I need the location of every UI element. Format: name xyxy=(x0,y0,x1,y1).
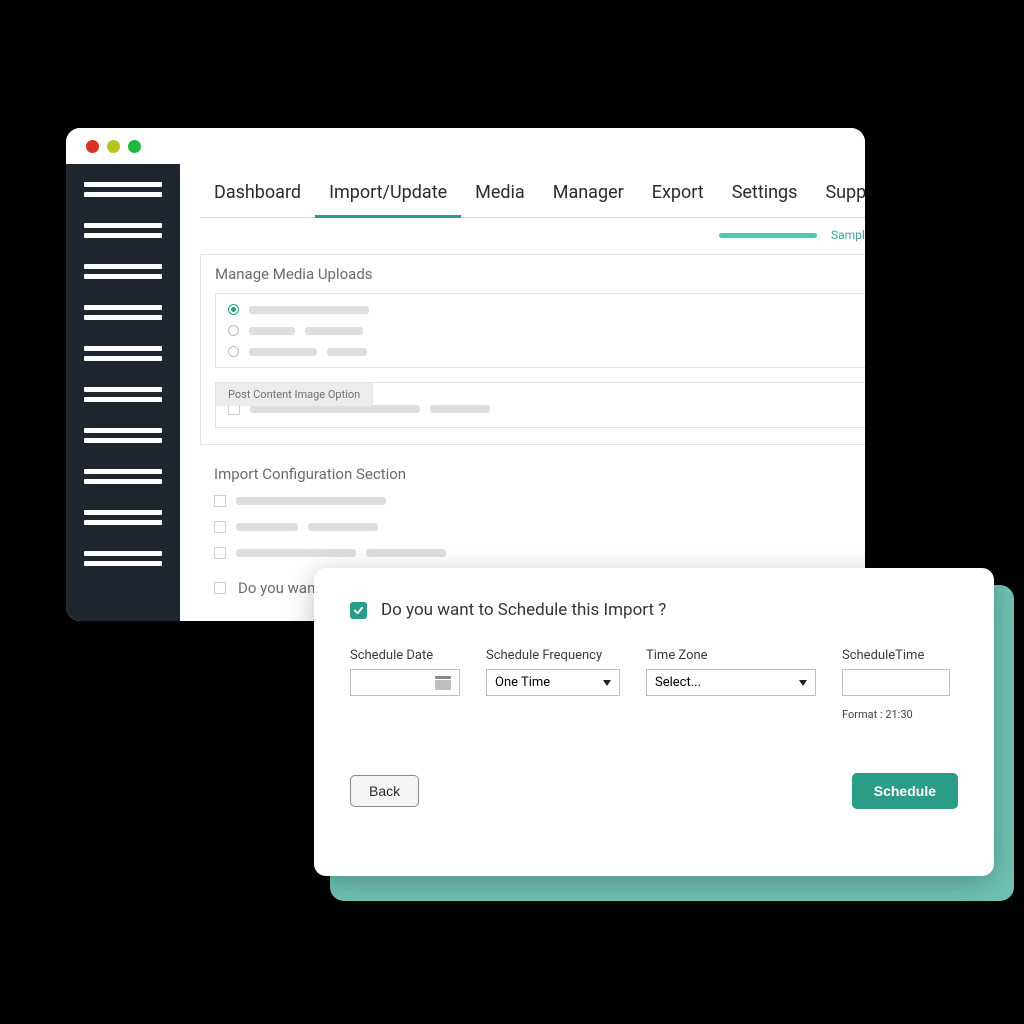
calendar-icon xyxy=(435,676,451,690)
checkbox-icon xyxy=(214,521,226,533)
post-content-image-panel: Post Content Image Option xyxy=(215,382,865,428)
sidebar-item[interactable] xyxy=(84,346,162,361)
time-format-hint: Format : 21:30 xyxy=(842,708,950,721)
tab-import-update[interactable]: Import/Update xyxy=(315,172,461,217)
timezone-select[interactable]: Select... xyxy=(646,669,816,696)
back-button[interactable]: Back xyxy=(350,775,419,807)
chevron-down-icon xyxy=(603,680,611,686)
modal-header: Do you want to Schedule this Import ? xyxy=(350,600,958,620)
sidebar xyxy=(66,164,180,621)
timezone-label: Time Zone xyxy=(646,648,816,663)
schedule-freq-label: Schedule Frequency xyxy=(486,648,620,663)
checkbox-icon xyxy=(214,495,226,507)
window-close-dot[interactable] xyxy=(86,140,99,153)
sidebar-item[interactable] xyxy=(84,469,162,484)
sidebar-item[interactable] xyxy=(84,387,162,402)
schedule-date-input[interactable] xyxy=(350,669,460,696)
sample-file-link[interactable]: Sample.CSV xyxy=(831,228,865,242)
checkbox-icon xyxy=(214,547,226,559)
panel-title: Manage Media Uploads xyxy=(215,265,865,283)
schedule-freq-field: Schedule Frequency One Time xyxy=(486,648,620,721)
tab-manager[interactable]: Manager xyxy=(539,172,638,217)
sidebar-item[interactable] xyxy=(84,551,162,566)
import-config-title: Import Configuration Section xyxy=(200,465,865,483)
tab-export[interactable]: Export xyxy=(638,172,718,217)
sub-panel-label: Post Content Image Option xyxy=(215,382,373,406)
radio-option[interactable] xyxy=(228,304,865,315)
radio-option[interactable] xyxy=(228,346,865,357)
schedule-form: Schedule Date Schedule Frequency One Tim… xyxy=(350,648,958,721)
schedule-button[interactable]: Schedule xyxy=(852,773,958,809)
check-icon xyxy=(353,605,364,616)
radio-icon xyxy=(228,325,239,336)
media-uploads-panel: Manage Media Uploads xyxy=(200,254,865,445)
app-window: Dashboard Import/Update Media Manager Ex… xyxy=(66,128,865,621)
checkbox-option[interactable] xyxy=(214,495,865,507)
sidebar-item[interactable] xyxy=(84,264,162,279)
sidebar-item[interactable] xyxy=(84,182,162,197)
sidebar-item[interactable] xyxy=(84,305,162,320)
tabs: Dashboard Import/Update Media Manager Ex… xyxy=(200,172,865,218)
tab-settings[interactable]: Settings xyxy=(718,172,812,217)
schedule-time-field: ScheduleTime Format : 21:30 xyxy=(842,648,950,721)
schedule-time-label: ScheduleTime xyxy=(842,648,950,663)
config-options xyxy=(200,495,865,559)
schedule-freq-select[interactable]: One Time xyxy=(486,669,620,696)
sidebar-item[interactable] xyxy=(84,223,162,238)
file-progress-row: Sample.CSV xyxy=(200,228,865,242)
modal-footer: Back Schedule xyxy=(350,773,958,809)
sidebar-item[interactable] xyxy=(84,428,162,443)
radio-icon xyxy=(228,304,239,315)
window-max-dot[interactable] xyxy=(128,140,141,153)
radio-group xyxy=(215,293,865,368)
window-min-dot[interactable] xyxy=(107,140,120,153)
upload-progress xyxy=(719,233,817,238)
schedule-date-field: Schedule Date xyxy=(350,648,460,721)
tab-support[interactable]: Support xyxy=(811,172,865,217)
tab-dashboard[interactable]: Dashboard xyxy=(200,172,315,217)
checkbox-option[interactable] xyxy=(214,547,865,559)
schedule-date-label: Schedule Date xyxy=(350,648,460,663)
checkbox-option[interactable] xyxy=(214,521,865,533)
radio-option[interactable] xyxy=(228,325,865,336)
sidebar-item[interactable] xyxy=(84,510,162,525)
chevron-down-icon xyxy=(799,680,807,686)
checkbox-icon xyxy=(214,582,226,594)
modal-checkbox-checked[interactable] xyxy=(350,602,367,619)
schedule-time-input[interactable] xyxy=(842,669,950,696)
tab-media[interactable]: Media xyxy=(461,172,539,217)
main-content: Dashboard Import/Update Media Manager Ex… xyxy=(180,164,865,621)
timezone-field: Time Zone Select... xyxy=(646,648,816,721)
modal-title: Do you want to Schedule this Import ? xyxy=(381,600,666,620)
schedule-modal: Do you want to Schedule this Import ? Sc… xyxy=(314,568,994,876)
radio-icon xyxy=(228,346,239,357)
window-titlebar xyxy=(66,128,865,164)
